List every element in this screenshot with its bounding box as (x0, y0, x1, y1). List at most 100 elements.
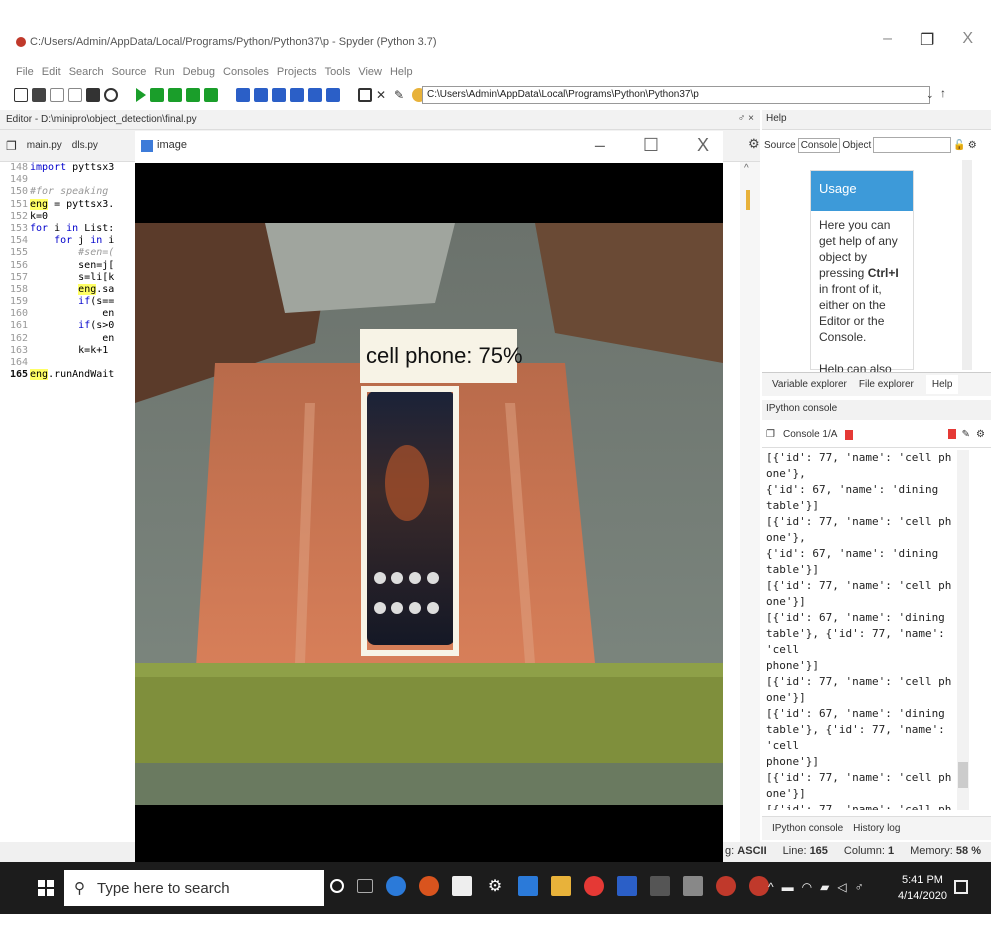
stop-icon[interactable] (326, 88, 340, 102)
editor-scrollbar[interactable] (740, 162, 760, 842)
menu-file[interactable]: File (16, 66, 34, 78)
ipython-pane-header: IPython console (762, 400, 991, 420)
image-close-button[interactable]: X (697, 135, 709, 156)
pane-controls[interactable]: ♂ × (738, 113, 754, 124)
step-into-icon[interactable] (272, 88, 286, 102)
menu-help[interactable]: Help (390, 66, 413, 78)
gear-icon[interactable]: ⚙ (968, 140, 977, 151)
word-icon[interactable] (617, 876, 637, 896)
store-icon[interactable] (452, 876, 472, 896)
menu-debug[interactable]: Debug (183, 66, 215, 78)
scroll-up-icon[interactable]: ^ (744, 163, 749, 174)
taskbar-search[interactable]: ⚲ Type here to search (64, 870, 324, 906)
menu-source[interactable]: Source (112, 66, 147, 78)
run-cell-advance-icon[interactable] (168, 88, 182, 102)
files-icon[interactable] (551, 876, 571, 896)
tab-main-py[interactable]: main.py (27, 140, 62, 151)
up-folder-icon[interactable]: ↑ (940, 86, 946, 100)
editor-header-title: Editor - D:\minipro\object_detection\fin… (6, 114, 197, 125)
list-icon[interactable] (86, 88, 100, 102)
menu-run[interactable]: Run (154, 66, 174, 78)
app-icon[interactable] (650, 876, 670, 896)
cortana-icon[interactable] (330, 879, 344, 893)
menu-view[interactable]: View (358, 66, 382, 78)
preferences-icon[interactable]: ✎ (394, 88, 408, 102)
debug-icon[interactable] (236, 88, 250, 102)
spyder-icon[interactable] (716, 876, 736, 896)
pen-icon[interactable]: ♂ (855, 880, 864, 894)
save-icon[interactable] (50, 88, 64, 102)
chevron-up-icon[interactable]: ^ (768, 880, 774, 894)
image-maximize-button[interactable]: ☐ (643, 135, 659, 156)
help-scrollbar[interactable] (962, 160, 972, 370)
tab-variable-explorer[interactable]: Variable explorer (772, 379, 847, 390)
tab-history-log[interactable]: History log (853, 823, 900, 834)
chevron-down-icon[interactable]: ⌄ (926, 86, 938, 104)
menu-edit[interactable]: Edit (42, 66, 61, 78)
settings-icon[interactable]: ⚙ (485, 876, 505, 896)
spyder2-icon[interactable] (749, 876, 769, 896)
gear-icon[interactable]: ⚙ (748, 136, 760, 152)
scrollbar-thumb[interactable] (958, 762, 968, 788)
tab-file-explorer[interactable]: File explorer (859, 379, 914, 390)
menu-search[interactable]: Search (69, 66, 104, 78)
chrome-icon[interactable] (584, 876, 604, 896)
browse-tabs-icon[interactable]: ❐ (766, 429, 775, 440)
console-output[interactable]: [{'id': 77, 'name': 'cell phone'}, {'id'… (762, 450, 957, 810)
rerun-icon[interactable] (204, 88, 218, 102)
windows-start-icon[interactable] (38, 880, 54, 896)
menu-tools[interactable]: Tools (325, 66, 351, 78)
maximize-pane-icon[interactable] (358, 88, 372, 102)
help-tabs: Variable explorer File explorer Help (762, 372, 991, 396)
menu-consoles[interactable]: Consoles (223, 66, 269, 78)
menu-projects[interactable]: Projects (277, 66, 317, 78)
task-view-icon[interactable] (357, 879, 373, 893)
restore-button[interactable]: ❐ (920, 30, 934, 50)
tab-dls-py[interactable]: dls.py (72, 140, 98, 151)
new-file-icon[interactable] (14, 88, 28, 102)
mail-icon[interactable] (518, 876, 538, 896)
at-icon[interactable] (104, 88, 118, 102)
volume-icon[interactable]: ◁ (837, 880, 846, 894)
gear-icon[interactable]: ⚙ (976, 429, 985, 440)
fullscreen-icon[interactable]: ✕ (376, 88, 390, 102)
save-all-icon[interactable] (68, 88, 82, 102)
tab-help[interactable]: Help (925, 375, 959, 394)
tab-ipython-console[interactable]: IPython console (772, 823, 843, 834)
open-file-icon[interactable] (32, 88, 46, 102)
source-select[interactable]: Console (797, 137, 841, 153)
image-minimize-button[interactable]: – (595, 135, 605, 156)
wifi-icon[interactable]: ◠ (802, 880, 812, 894)
minimize-button[interactable]: – (883, 30, 892, 50)
step-return-icon[interactable] (290, 88, 304, 102)
column-value: 1 (887, 845, 895, 857)
continue-icon[interactable] (308, 88, 322, 102)
working-directory-input[interactable]: C:\Users\Admin\AppData\Local\Programs\Py… (422, 86, 930, 104)
taskbar-clock[interactable]: 5:41 PM 4/14/2020 (898, 872, 947, 904)
run-icon[interactable] (136, 88, 146, 102)
encoding-label: g: (725, 845, 735, 857)
battery-icon[interactable]: ▬ (782, 880, 794, 894)
image-window-title: image (157, 139, 187, 151)
run-cell-icon[interactable] (150, 88, 164, 102)
edit-icon[interactable]: ✎ (962, 429, 970, 440)
app2-icon[interactable] (683, 876, 703, 896)
ipython-bottom-tabs: IPython console History log (762, 816, 991, 840)
stop-kernel-icon[interactable] (947, 429, 956, 439)
console-scrollbar[interactable] (957, 450, 969, 810)
browse-tabs-icon[interactable]: ❐ (6, 139, 17, 153)
step-icon[interactable] (254, 88, 268, 102)
close-button[interactable]: X (962, 30, 973, 50)
notification-icon[interactable] (954, 880, 968, 894)
edge-icon[interactable] (386, 876, 406, 896)
image-window[interactable]: image – ☐ X cell phone: 75% (135, 131, 723, 862)
image-window-titlebar[interactable]: image – ☐ X (135, 131, 723, 163)
object-label: Object (842, 139, 872, 151)
window-title: C:/Users/Admin/AppData/Local/Programs/Py… (30, 36, 437, 48)
powerpoint-icon[interactable] (419, 876, 439, 896)
tab-console-1a[interactable]: Console 1/A (783, 429, 837, 440)
object-input[interactable] (873, 137, 952, 153)
lock-icon[interactable]: 🔓 (953, 140, 965, 151)
network-icon[interactable]: ▰ (820, 880, 829, 894)
run-selection-icon[interactable] (186, 88, 200, 102)
